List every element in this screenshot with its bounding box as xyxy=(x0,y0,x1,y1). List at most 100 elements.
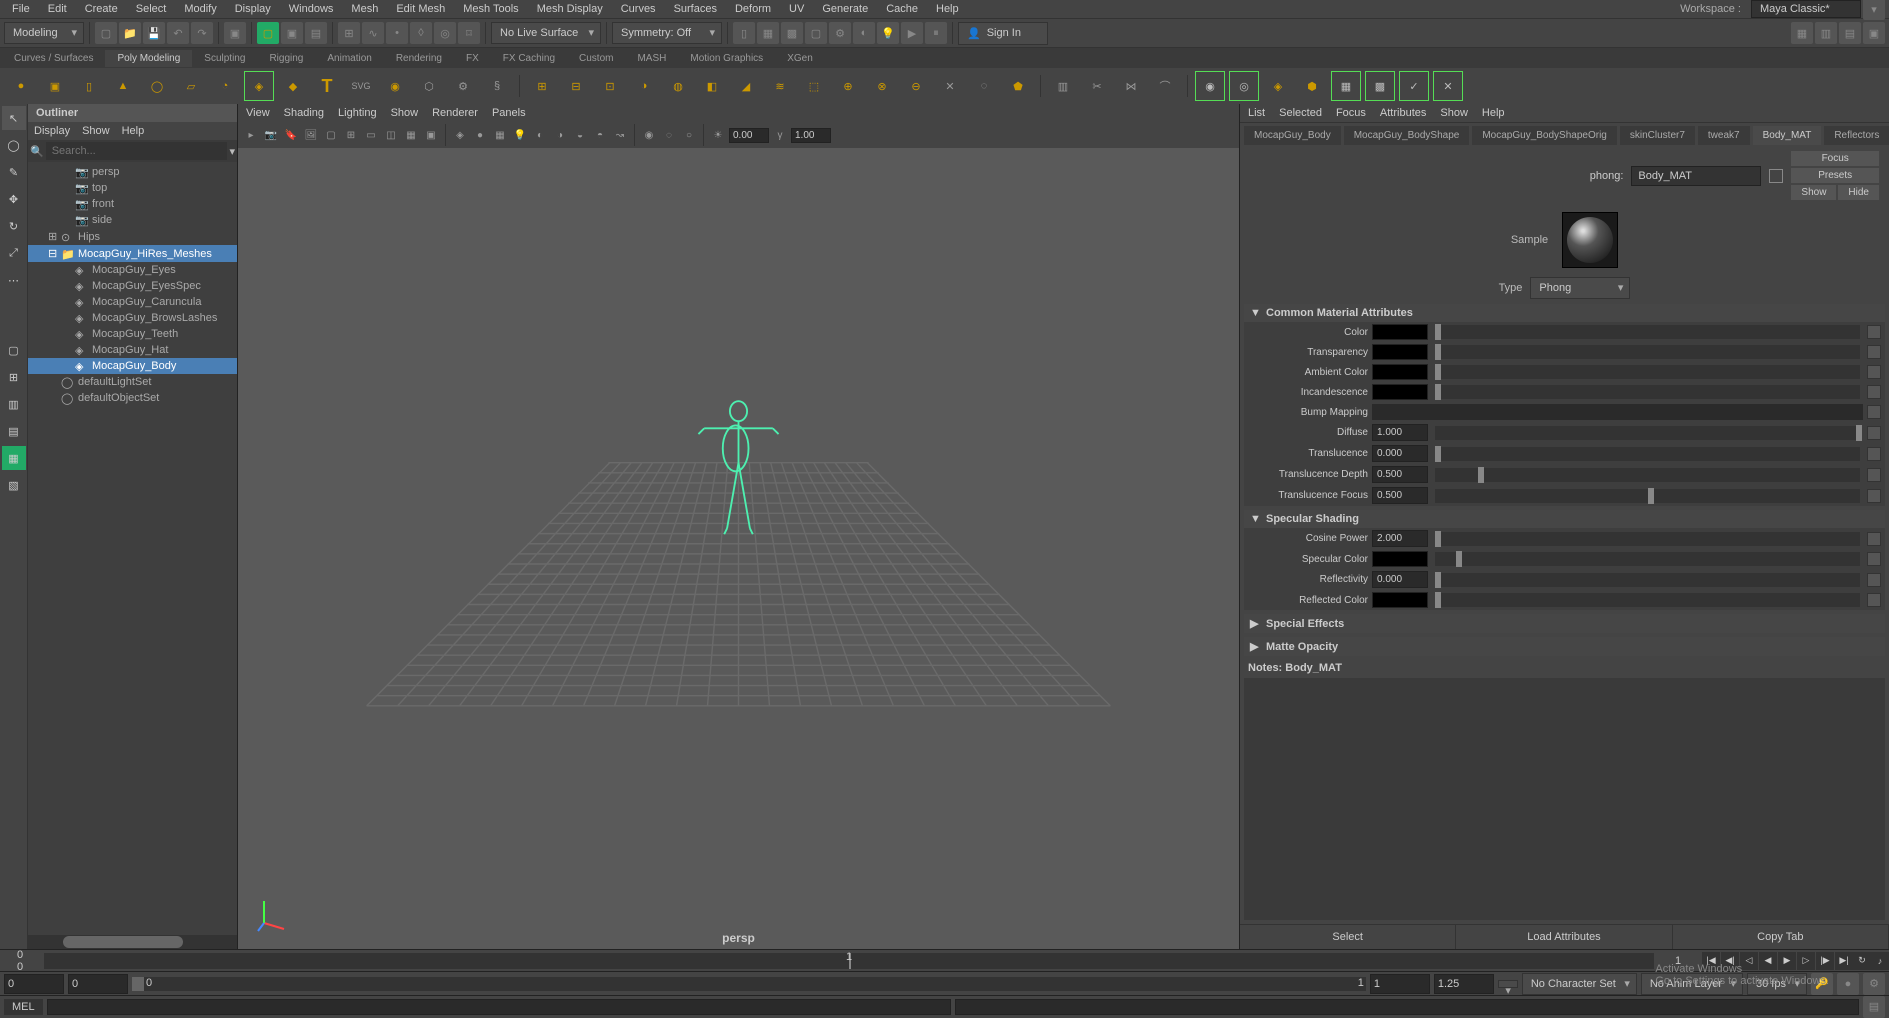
shelf-boolean-icon[interactable]: ◑ xyxy=(629,71,659,101)
node-name-field[interactable] xyxy=(1631,166,1761,186)
menu-generate[interactable]: Generate xyxy=(814,1,876,17)
vp-gamma-icon[interactable]: γ xyxy=(771,126,789,144)
shelf-plane-icon[interactable]: ▱ xyxy=(176,71,206,101)
lasso-tool-icon[interactable]: ◯ xyxy=(2,133,26,157)
shading-menu[interactable]: Shading xyxy=(284,107,324,119)
shelf-gear-icon[interactable]: ⚙ xyxy=(448,71,478,101)
shelf-multicut-icon[interactable]: ✂ xyxy=(1082,71,1112,101)
vp-exposure-icon[interactable]: ☀ xyxy=(709,126,727,144)
toggle-channelbox-icon[interactable]: ▤ xyxy=(1839,22,1861,44)
ae-tab-tweak[interactable]: tweak7 xyxy=(1698,126,1750,145)
shelf-separate-icon[interactable]: ⊟ xyxy=(561,71,591,101)
shelf-superellipse-icon[interactable]: ◉ xyxy=(380,71,410,101)
step-back-icon[interactable]: ◁ xyxy=(1740,952,1758,970)
outliner-tree[interactable]: 📷persp📷top📷front📷side⊞⊙Hips⊟📁MocapGuy_Hi… xyxy=(28,162,237,935)
shelf-cleanup-icon[interactable]: ✓ xyxy=(1399,71,1429,101)
shelf-collapse-icon[interactable]: ⊖ xyxy=(901,71,931,101)
character-set-dropdown[interactable]: No Character Set xyxy=(1522,973,1637,995)
outliner-item[interactable]: 📷side xyxy=(28,212,237,228)
map-field[interactable] xyxy=(1372,404,1863,420)
signin-dropdown[interactable]: 👤Sign In xyxy=(958,22,1048,45)
map-button-icon[interactable] xyxy=(1867,325,1881,339)
range-end-outer[interactable] xyxy=(1434,974,1494,994)
menu-editmesh[interactable]: Edit Mesh xyxy=(388,1,453,17)
expand-icon[interactable]: ⊟ xyxy=(48,247,58,260)
command-input[interactable] xyxy=(47,999,951,1015)
color-swatch[interactable] xyxy=(1372,551,1428,567)
viewport-3d[interactable]: persp xyxy=(238,148,1239,949)
ae-tab-bodyshape[interactable]: MocapGuy_BodyShape xyxy=(1344,126,1470,145)
shelf-disc-icon[interactable]: ◔ xyxy=(210,71,240,101)
vp-dof-icon[interactable]: ◓ xyxy=(591,126,609,144)
ae-tab-body[interactable]: MocapGuy_Body xyxy=(1244,126,1341,145)
outliner-item[interactable]: ◈MocapGuy_Caruncula xyxy=(28,294,237,310)
viewport-exposure-field[interactable] xyxy=(729,128,769,143)
ae-tab-skincluster[interactable]: skinCluster7 xyxy=(1620,126,1695,145)
shelf-insertloop-icon[interactable]: ▥ xyxy=(1048,71,1078,101)
select-button[interactable]: Select xyxy=(1240,925,1456,949)
renderer-menu[interactable]: Renderer xyxy=(432,107,478,119)
outliner-menu-show[interactable]: Show xyxy=(82,125,110,137)
menu-meshdisplay[interactable]: Mesh Display xyxy=(529,1,611,17)
view-menu[interactable]: View xyxy=(246,107,270,119)
shelf-tab-rendering[interactable]: Rendering xyxy=(384,50,454,67)
menu-surfaces[interactable]: Surfaces xyxy=(666,1,725,17)
ae-list[interactable]: List xyxy=(1248,107,1265,119)
search-dropdown-icon[interactable]: ▾ xyxy=(229,145,235,158)
hypershade-icon[interactable]: ◐ xyxy=(853,22,875,44)
shelf-targetweld-icon[interactable]: ⊗ xyxy=(867,71,897,101)
script-lang-toggle[interactable]: MEL xyxy=(4,999,43,1015)
two-side-icon[interactable]: ▥ xyxy=(2,392,26,416)
shelf-tab-sculpting[interactable]: Sculpting xyxy=(192,50,257,67)
outliner-item[interactable]: ◈MocapGuy_BrowsLashes xyxy=(28,310,237,326)
menu-cache[interactable]: Cache xyxy=(878,1,926,17)
vp-aa-icon[interactable]: ◒ xyxy=(571,126,589,144)
ae-tab-reflectors[interactable]: Reflectors xyxy=(1824,126,1889,145)
map-button-icon[interactable] xyxy=(1867,385,1881,399)
color-swatch[interactable] xyxy=(1372,344,1428,360)
vp-2d-icon[interactable]: ▢ xyxy=(322,126,340,144)
snap-grid-icon[interactable]: ⊞ xyxy=(338,22,360,44)
map-button-icon[interactable] xyxy=(1867,405,1881,419)
render-region-icon[interactable]: ▢ xyxy=(805,22,827,44)
focus-button[interactable]: Focus xyxy=(1791,151,1879,166)
attr-slider[interactable] xyxy=(1435,325,1860,339)
audio-icon[interactable]: ♪ xyxy=(1871,952,1889,970)
shelf-tab-mash[interactable]: MASH xyxy=(625,50,678,67)
step-fwd-icon[interactable]: ▷ xyxy=(1797,952,1815,970)
pause-icon[interactable]: ⏸ xyxy=(925,22,947,44)
vp-bookmark-icon[interactable]: 🔖 xyxy=(282,126,300,144)
symmetry-dropdown[interactable]: Symmetry: Off xyxy=(612,22,722,44)
shelf-retopo-icon[interactable]: ▦ xyxy=(1331,71,1361,101)
menu-mesh[interactable]: Mesh xyxy=(343,1,386,17)
attr-value-field[interactable] xyxy=(1372,445,1428,462)
outliner-item[interactable]: ◈MocapGuy_Eyes xyxy=(28,262,237,278)
goto-start-icon[interactable]: |◀ xyxy=(1702,952,1720,970)
shelf-tab-rigging[interactable]: Rigging xyxy=(257,50,315,67)
snap-live-icon[interactable]: ◎ xyxy=(434,22,456,44)
outliner-item[interactable]: ◈MocapGuy_Teeth xyxy=(28,326,237,342)
material-sample-swatch[interactable] xyxy=(1562,212,1618,268)
color-swatch[interactable] xyxy=(1372,364,1428,380)
attr-value-field[interactable] xyxy=(1372,466,1428,483)
open-scene-icon[interactable]: 📁 xyxy=(119,22,141,44)
render-icon[interactable]: ▦ xyxy=(757,22,779,44)
menu-meshtools[interactable]: Mesh Tools xyxy=(455,1,526,17)
vp-wire-icon[interactable]: ◈ xyxy=(451,126,469,144)
toggle-attribute-editor-icon[interactable]: ▣ xyxy=(1863,22,1885,44)
ipr-icon[interactable]: ▩ xyxy=(781,22,803,44)
shelf-extrude-icon[interactable]: ⬚ xyxy=(799,71,829,101)
shelf-remesh-icon[interactable]: ▩ xyxy=(1365,71,1395,101)
outliner-item[interactable]: ◯defaultObjectSet xyxy=(28,390,237,406)
shelf-sphere-icon[interactable]: ● xyxy=(6,71,36,101)
outliner-item[interactable]: ◈MocapGuy_Hat xyxy=(28,342,237,358)
section-specular-header[interactable]: ▼Specular Shading xyxy=(1244,510,1885,528)
history-icon[interactable]: ▯ xyxy=(733,22,755,44)
attr-slider[interactable] xyxy=(1435,489,1860,503)
shelf-crease-icon[interactable]: ⌒ xyxy=(1150,71,1180,101)
section-common-header[interactable]: ▼Common Material Attributes xyxy=(1244,304,1885,322)
shelf-helix-icon[interactable]: § xyxy=(482,71,512,101)
snap-point-icon[interactable]: • xyxy=(386,22,408,44)
play-back-icon[interactable]: ◀ xyxy=(1759,952,1777,970)
ae-help[interactable]: Help xyxy=(1482,107,1505,119)
